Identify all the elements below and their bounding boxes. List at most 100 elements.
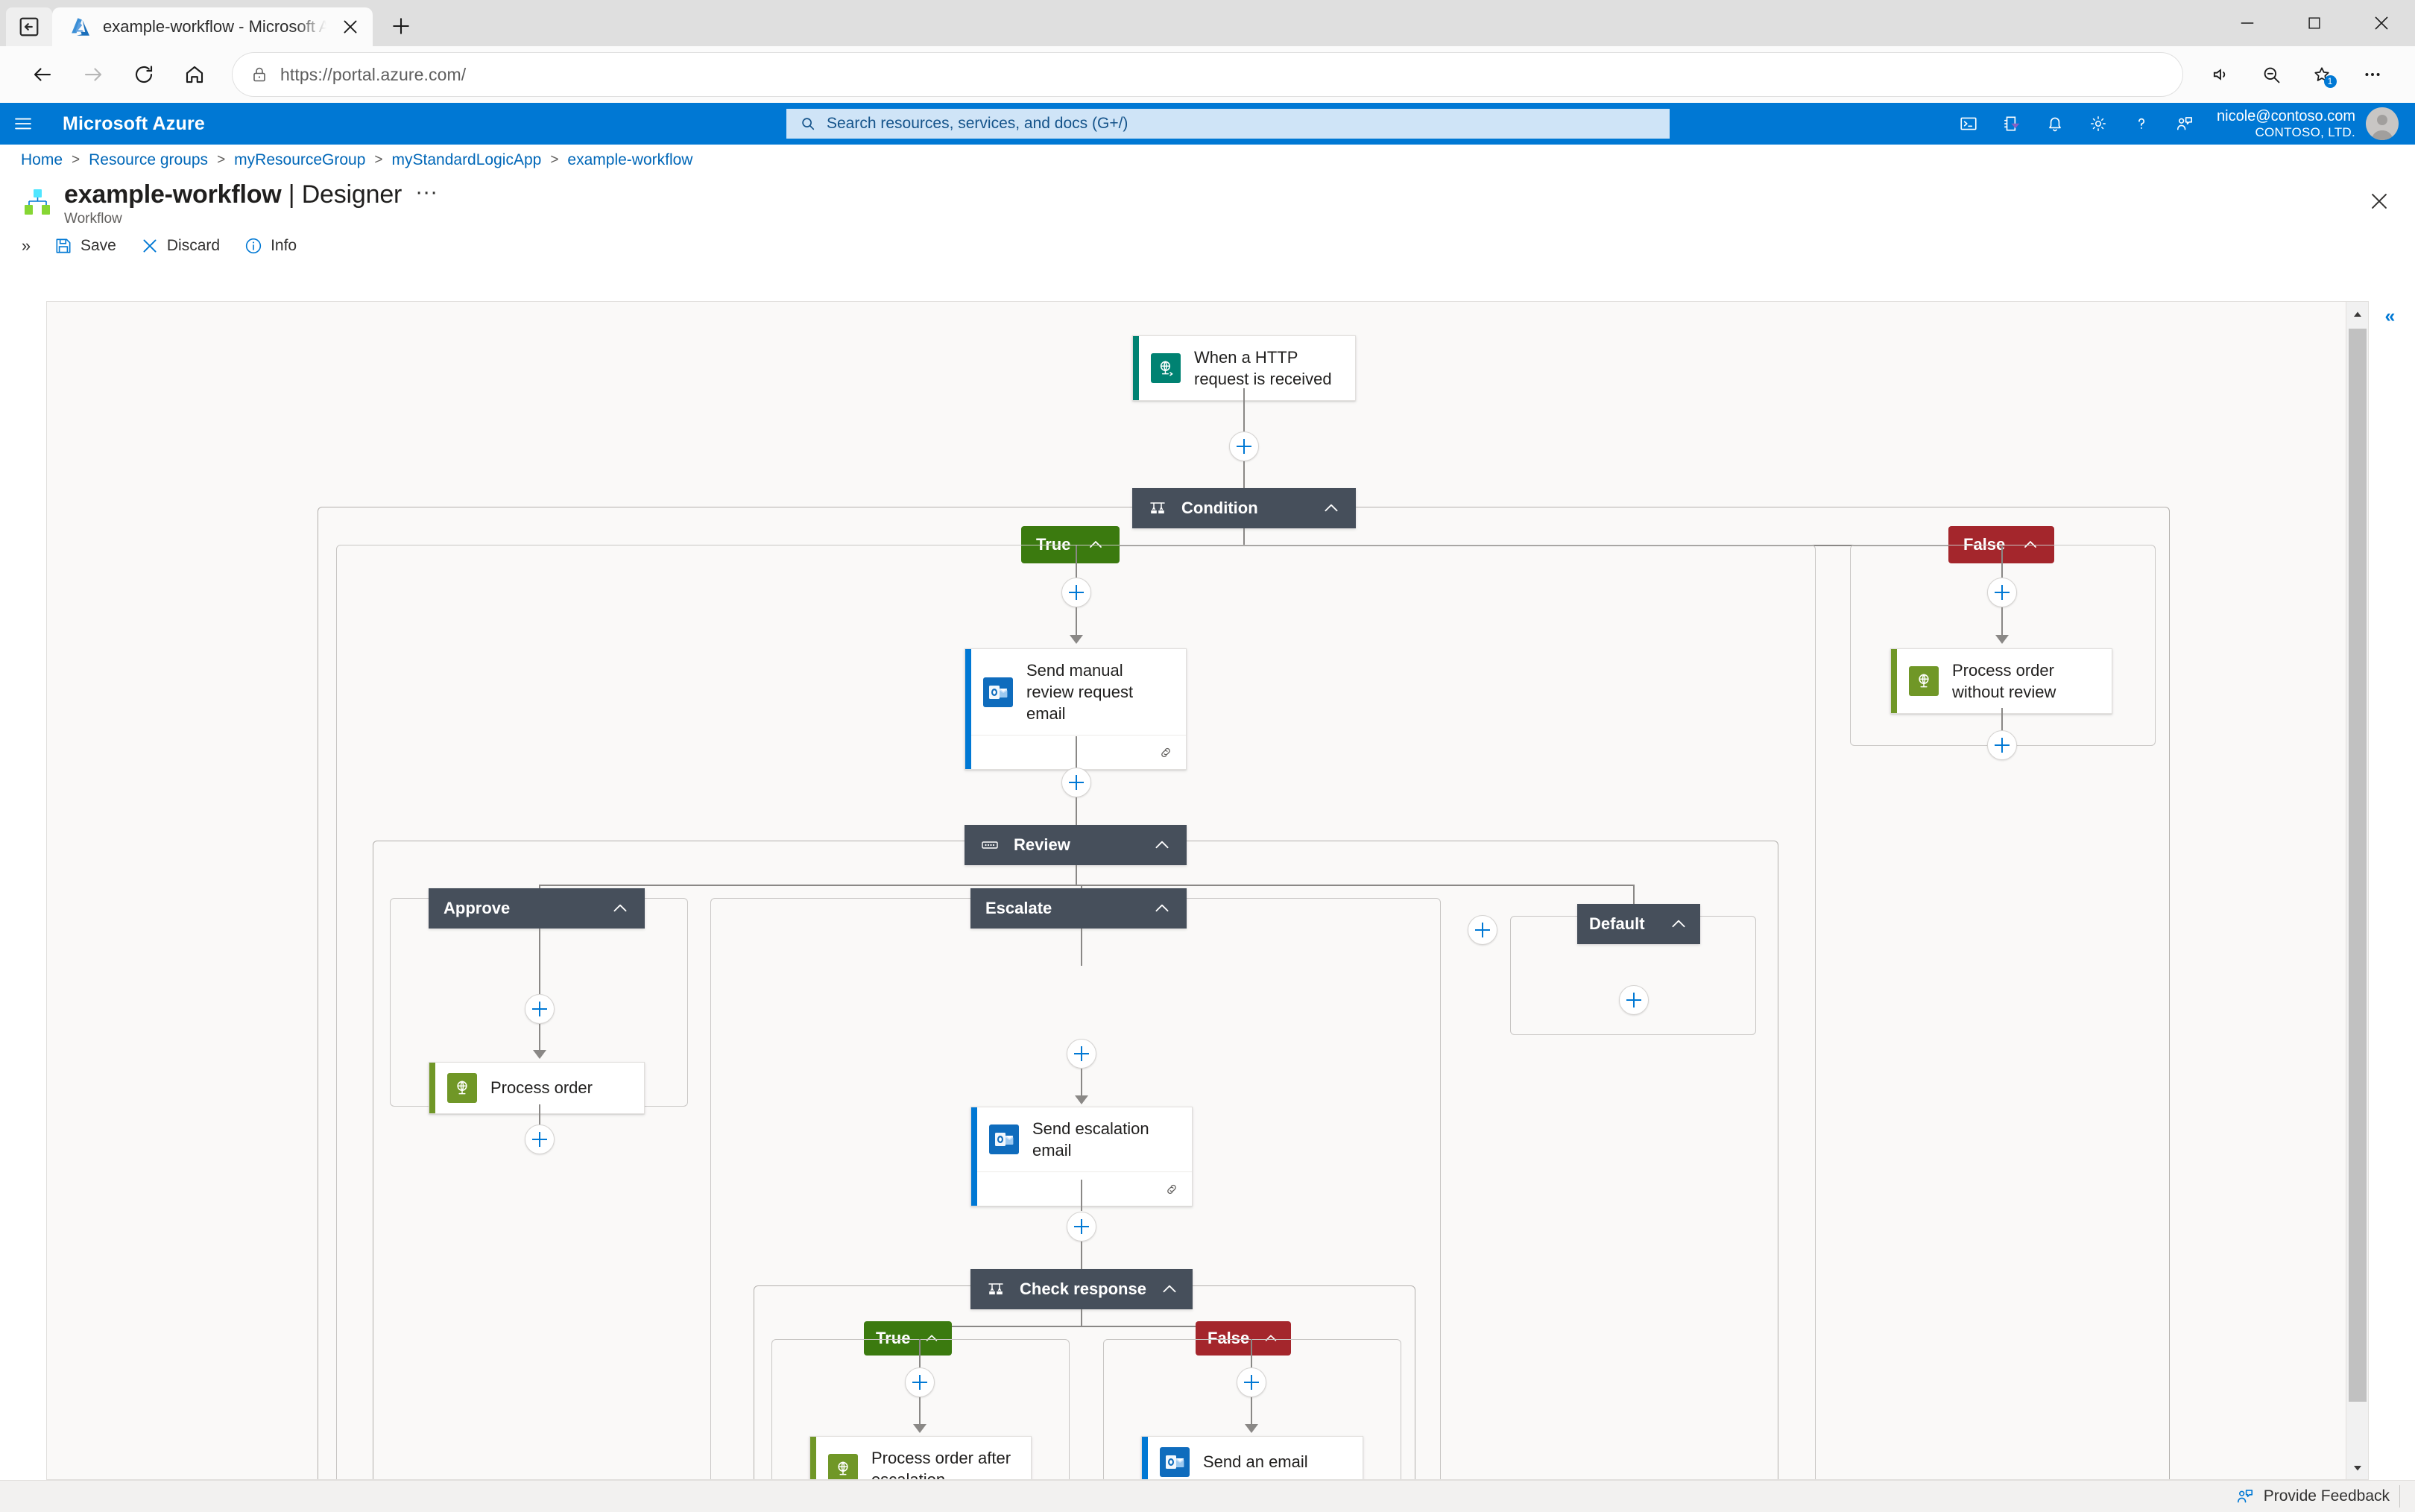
node-process-order-after-escalation[interactable]: Process order after escalation <box>809 1436 1032 1480</box>
home-icon[interactable] <box>171 51 218 98</box>
canvas-vertical-scrollbar[interactable] <box>2346 302 2368 1479</box>
node-check-response[interactable]: Check response <box>970 1269 1193 1309</box>
browser-app-icon[interactable] <box>6 7 52 46</box>
globe-http-icon <box>1909 666 1939 697</box>
node-label: Send escalation email <box>1032 1119 1149 1160</box>
more-options-icon[interactable] <box>2349 51 2396 98</box>
collapse-panel-button[interactable]: « <box>2369 301 2409 331</box>
settings-gear-icon[interactable] <box>2077 103 2120 145</box>
breadcrumb-item-resource-groups[interactable]: Resource groups <box>89 151 208 169</box>
breadcrumb-item-mystandardlogicapp[interactable]: myStandardLogicApp <box>392 151 542 169</box>
add-action-button[interactable] <box>1067 1039 1096 1069</box>
node-label: Escalate <box>985 899 1052 917</box>
node-label: Process order after escalation <box>871 1449 1011 1480</box>
account-menu[interactable]: nicole@contoso.com CONTOSO, LTD. <box>2217 107 2399 140</box>
cloud-shell-icon[interactable] <box>1947 103 1990 145</box>
page-header: example-workflow | Designer ··· Workflow <box>0 176 2415 228</box>
edge-arrow <box>1075 1095 1088 1104</box>
node-condition[interactable]: Condition <box>1132 488 1356 528</box>
edge-escalate-down <box>1081 929 1082 966</box>
reload-icon[interactable] <box>121 51 167 98</box>
close-blade-button[interactable] <box>2364 186 2394 216</box>
lock-icon <box>253 67 265 82</box>
command-bar-expander[interactable]: » <box>10 236 42 256</box>
back-arrow-icon[interactable] <box>19 51 66 98</box>
add-action-button[interactable] <box>1061 578 1091 607</box>
account-text: nicole@contoso.com CONTOSO, LTD. <box>2217 107 2355 140</box>
discard-button[interactable]: Discard <box>128 231 232 261</box>
globe-http-icon <box>447 1073 477 1103</box>
page-more-menu[interactable]: ··· <box>415 180 438 203</box>
info-button-label: Info <box>271 237 297 254</box>
browser-tab[interactable]: example-workflow - Microsoft A <box>52 7 373 46</box>
scrollbar-thumb[interactable] <box>2349 329 2367 1402</box>
breadcrumb-item-myresourcegroup[interactable]: myResourceGroup <box>234 151 365 169</box>
breadcrumb-separator: > <box>550 152 559 168</box>
edge-arrow <box>1245 1424 1258 1433</box>
node-label: Send manual review request email <box>1026 661 1134 724</box>
edge-trigger-to-condition <box>1243 388 1245 431</box>
add-action-button[interactable] <box>1067 1212 1096 1241</box>
provide-feedback-button[interactable]: Provide Feedback <box>2235 1487 2390 1506</box>
add-action-button[interactable] <box>1987 730 2017 760</box>
new-tab-button[interactable] <box>383 8 419 44</box>
node-process-order-without-review[interactable]: Process order without review <box>1890 648 2112 715</box>
chevron-up-icon[interactable] <box>1152 899 1172 918</box>
save-button[interactable]: Save <box>42 231 128 261</box>
add-case-button[interactable] <box>1468 915 1497 945</box>
notifications-bell-icon[interactable] <box>2033 103 2077 145</box>
global-search-input[interactable]: Search resources, services, and docs (G+… <box>786 109 1670 139</box>
feedback-icon[interactable] <box>2163 103 2206 145</box>
azure-brand[interactable]: Microsoft Azure <box>63 113 205 135</box>
page-title-separator: | <box>288 180 295 209</box>
scope-box-false-branch <box>1850 545 2156 746</box>
breadcrumb-item-home[interactable]: Home <box>21 151 63 169</box>
node-case-default[interactable]: Default <box>1577 904 1700 944</box>
node-case-approve[interactable]: Approve <box>429 888 645 929</box>
node-label: Review <box>1014 835 1070 854</box>
outlook-icon <box>989 1124 1019 1155</box>
outlook-icon <box>1160 1447 1190 1477</box>
read-aloud-icon[interactable] <box>2197 51 2244 98</box>
add-action-button[interactable] <box>1237 1367 1266 1397</box>
chevron-up-icon[interactable] <box>1152 835 1172 855</box>
close-icon[interactable] <box>2348 0 2415 46</box>
maximize-icon[interactable] <box>2281 0 2348 46</box>
zoom-out-icon[interactable] <box>2248 51 2294 98</box>
account-org: CONTOSO, LTD. <box>2255 124 2355 139</box>
designer-canvas[interactable]: When a HTTP request is received Conditio… <box>46 301 2369 1480</box>
breadcrumb-item-example-workflow[interactable]: example-workflow <box>567 151 692 169</box>
add-action-button[interactable] <box>1987 578 2017 607</box>
chevron-up-icon[interactable] <box>1160 1279 1179 1299</box>
tab-close-icon[interactable] <box>337 13 364 40</box>
chevron-up-icon[interactable] <box>610 899 630 918</box>
address-bar[interactable]: https://portal.azure.com/ <box>233 53 2182 96</box>
hamburger-menu-icon[interactable] <box>0 103 46 145</box>
node-review[interactable]: Review <box>965 825 1187 865</box>
edge-approve-down <box>539 929 540 994</box>
add-action-button[interactable] <box>1229 431 1259 461</box>
help-question-icon[interactable] <box>2120 103 2163 145</box>
connection-link-icon[interactable] <box>1164 1181 1180 1198</box>
omnibox-actions: 1 <box>2197 51 2396 98</box>
connection-link-icon[interactable] <box>1158 744 1174 761</box>
info-button[interactable]: Info <box>232 231 309 261</box>
page-title: example-workflow | Designer <box>64 180 402 209</box>
directories-filter-icon[interactable] <box>1990 103 2033 145</box>
workflow-graph[interactable]: When a HTTP request is received Conditio… <box>47 302 2325 1480</box>
add-action-button[interactable] <box>905 1367 935 1397</box>
node-send-an-email[interactable]: Send an email <box>1141 1436 1363 1479</box>
scroll-down-icon[interactable] <box>2346 1455 2368 1479</box>
add-action-button[interactable] <box>525 1124 555 1154</box>
scroll-up-icon[interactable] <box>2346 302 2368 327</box>
node-process-order[interactable]: Process order <box>429 1062 645 1114</box>
node-case-escalate[interactable]: Escalate <box>970 888 1187 929</box>
add-action-button[interactable] <box>1061 768 1091 797</box>
add-action-button[interactable] <box>1619 985 1649 1015</box>
favorites-star-icon[interactable]: 1 <box>2299 51 2345 98</box>
chevron-up-icon[interactable] <box>1669 914 1688 934</box>
minimize-icon[interactable] <box>2214 0 2281 46</box>
chevron-up-icon[interactable] <box>1322 499 1341 518</box>
avatar[interactable] <box>2366 107 2399 140</box>
add-action-button[interactable] <box>525 994 555 1024</box>
